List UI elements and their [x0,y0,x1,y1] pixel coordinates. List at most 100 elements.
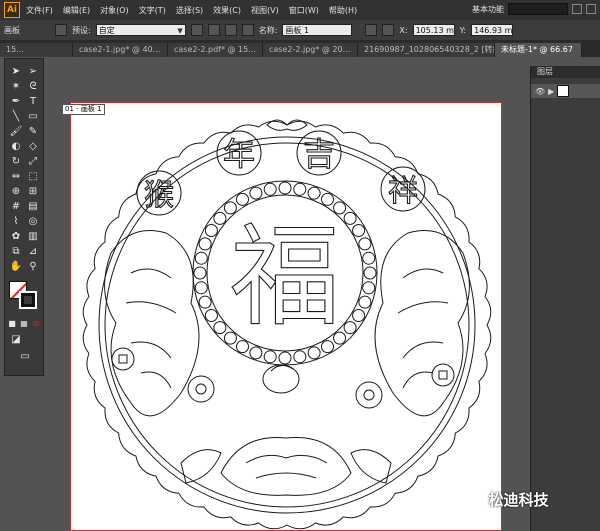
delete-artboard-icon[interactable] [241,24,254,36]
tab-doc-2[interactable]: case2-1.jpg* @ 40... [73,43,168,57]
screen-mode-icon[interactable]: ▭ [18,350,32,363]
shape-builder-tool-icon[interactable]: ⊕ [9,185,23,198]
selection-tool-icon[interactable]: ➤ [9,65,23,78]
chain-link [194,281,208,295]
landscape-icon[interactable] [207,24,220,36]
tab-doc-1[interactable]: 15... [0,43,73,57]
blob-brush-tool-icon[interactable]: ◐ [9,140,23,153]
tab-doc-active[interactable]: 未标题-1* @ 66.67 [495,43,582,57]
eraser-tool-icon[interactable]: ◇ [26,140,40,153]
reference-point-icon[interactable] [382,24,395,36]
workspace-switcher[interactable]: 基本功能 [472,4,504,15]
tab-doc-4[interactable]: case2-2.jpg* @ 20... [263,43,358,57]
peach-center [262,364,300,394]
app-logo: Ai [4,2,20,18]
chain-link [307,186,321,200]
free-transform-tool-icon[interactable]: ⬚ [26,170,40,183]
artboard-panel-label: 画板 [4,25,20,35]
layer-thumbnail [557,85,570,97]
artboard-tool-icon[interactable]: ⧉ [9,245,23,258]
monkey-right [374,230,470,417]
gradient-mode-icon[interactable]: ▦ [19,317,29,330]
draw-mode-icon[interactable]: ◪ [9,333,23,346]
rectangle-tool-icon[interactable]: ▭ [26,110,40,123]
y-label: Y: [459,25,467,35]
y-input[interactable]: 146.93 m [471,24,514,36]
chain-link [363,266,377,280]
blend-tool-icon[interactable]: ◎ [26,215,40,228]
char-xiang: 祥 [388,174,418,209]
monkey-left [104,230,200,417]
magic-wand-tool-icon[interactable]: ✶ [9,80,23,93]
layers-panel-title[interactable]: 图层 [531,66,600,78]
search-input[interactable] [508,3,568,15]
type-tool-icon[interactable]: T [26,95,40,108]
tab-doc-5[interactable]: 21690987_102806540328_2 [转换].ai* [358,43,495,57]
eyedropper-tool-icon[interactable]: ⌇ [9,215,23,228]
artboard[interactable]: 年 吉 猴 祥 福 [70,102,502,531]
zoom-tool-icon[interactable]: ⚲ [26,260,40,273]
menu-effect[interactable]: 效果(C) [213,5,241,16]
lasso-tool-icon[interactable]: ᘓ [26,80,40,93]
tools-panel: ➤ ➢ ✶ ᘓ ✒ T ╲ ▭ 🖌 ✎ ◐ ◇ ↻ ⤢ ⇔ ⬚ ⊕ ⊞ # ▤ … [4,58,44,376]
color-mode-icon[interactable]: ■ [7,317,17,330]
symbol-sprayer-tool-icon[interactable]: ✿ [9,230,23,243]
direct-selection-tool-icon[interactable]: ➢ [26,65,40,78]
menu-view[interactable]: 视图(V) [251,5,279,16]
menu-window[interactable]: 窗口(W) [289,5,319,16]
rotate-tool-icon[interactable]: ↻ [9,155,23,168]
eye-icon[interactable]: 👁 [535,87,545,96]
tab-doc-3[interactable]: case2-2.pdf* @ 15... [168,43,263,57]
menu-edit[interactable]: 编辑(E) [63,5,90,16]
perspective-tool-icon[interactable]: ⊞ [26,185,40,198]
line-tool-icon[interactable]: ╲ [9,110,23,123]
expand-arrow-icon[interactable]: ▶ [548,87,554,96]
chain-link [343,211,357,225]
watermark-text: 松迪科技 [488,491,549,509]
hand-tool-icon[interactable]: ✋ [9,260,23,273]
chain-link [278,351,292,365]
chain-link [194,251,208,265]
x-input[interactable]: 105.13 m [412,24,455,36]
menu-file[interactable]: 文件(F) [26,5,53,16]
chain-link [307,346,321,360]
none-mode-icon[interactable]: ⊘ [31,317,41,330]
slice-tool-icon[interactable]: ⊿ [26,245,40,258]
column-graph-tool-icon[interactable]: ▥ [26,230,40,243]
artboard-options-icon[interactable] [55,24,67,36]
width-tool-icon[interactable]: ⇔ [9,170,23,183]
papercut-artwork: 年 吉 猴 祥 福 [82,119,492,530]
maximize-icon[interactable] [586,4,596,14]
preset-select[interactable]: 自定 ▼ [95,24,186,36]
mesh-tool-icon[interactable]: # [9,200,23,213]
name-label: 名称: [258,25,278,35]
portrait-icon[interactable] [190,24,203,36]
chain-link [236,192,249,206]
pen-tool-icon[interactable]: ✒ [9,95,23,108]
scale-tool-icon[interactable]: ⤢ [26,155,40,168]
chain-link [293,182,307,196]
minimize-icon[interactable] [572,4,582,14]
char-nian: 年 [223,135,255,173]
document-tabs: 15... case2-1.jpg* @ 40... case2-2.pdf* … [0,41,600,57]
monkey-right-detail [397,268,449,389]
stroke-swatch[interactable] [19,291,37,309]
move-with-artboard-icon[interactable] [365,24,378,36]
new-artboard-icon[interactable] [224,24,237,36]
layer-row[interactable]: 👁 ▶ [531,84,600,98]
artboard-label[interactable]: 01 - 画板 1 [62,104,105,115]
chain-link [263,350,277,364]
menu-select[interactable]: 选择(S) [176,5,203,16]
menu-help[interactable]: 帮助(H) [329,5,357,16]
paintbrush-tool-icon[interactable]: 🖌 [9,125,23,138]
chain-link [198,237,212,251]
artboard-name-input[interactable]: 画板 1 [282,24,353,36]
menu-type[interactable]: 文字(T) [139,5,166,16]
gradient-tool-icon[interactable]: ▤ [26,200,40,213]
chain-link [204,224,218,237]
pencil-tool-icon[interactable]: ✎ [26,125,40,138]
menu-bar: Ai 文件(F) 编辑(E) 对象(O) 文字(T) 选择(S) 效果(C) 视… [0,0,600,20]
menu-object[interactable]: 对象(O) [100,5,129,16]
chain-link [362,281,376,295]
preset-label: 预设: [72,25,91,35]
